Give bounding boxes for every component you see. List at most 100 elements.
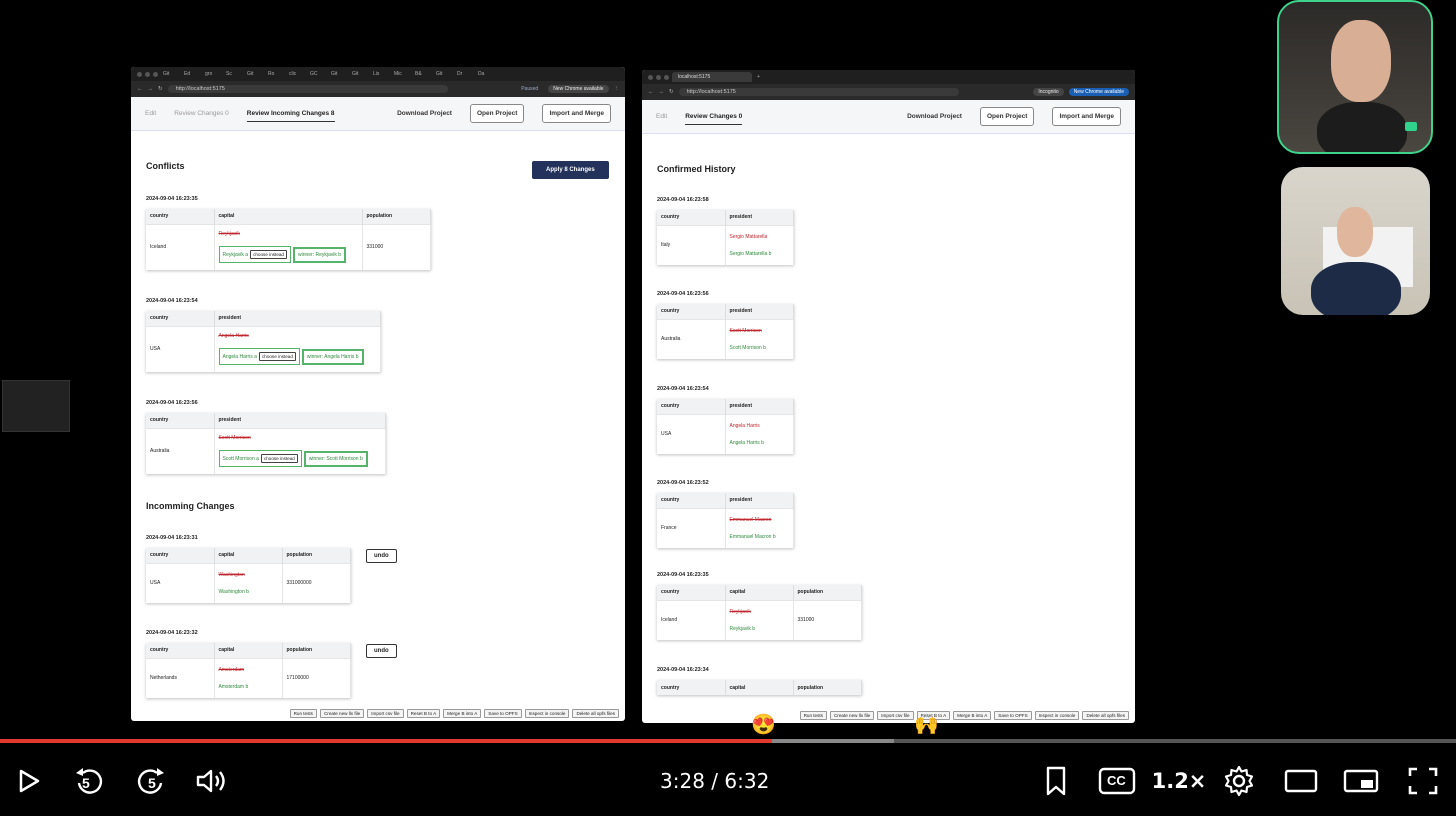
settings-button[interactable] <box>1222 764 1256 798</box>
incognito-badge[interactable]: Incognito <box>1033 88 1064 96</box>
browser-tab[interactable]: Ro <box>266 69 284 79</box>
browser-tab[interactable]: Git <box>350 69 368 79</box>
country-cell: Netherlands <box>146 657 215 698</box>
theater-mode-button[interactable] <box>1283 766 1319 796</box>
reaction-emoji: 😍 <box>751 714 776 736</box>
browser-tab[interactable]: Dr <box>455 69 473 79</box>
column-header: population <box>793 680 862 695</box>
tab-review-changes[interactable]: Review Changes 0 <box>174 106 229 121</box>
run-tests-button[interactable]: Run tests <box>799 711 827 720</box>
play-icon <box>19 769 40 793</box>
incoming-table: country capital population USA Washingto… <box>146 548 351 603</box>
browser-tab[interactable]: Sc <box>224 69 242 79</box>
profile-badge[interactable]: Paused <box>516 85 543 93</box>
delete-opfs-button[interactable]: Delete all opfs files <box>572 709 619 718</box>
run-tests-button[interactable]: Run tests <box>289 709 317 718</box>
option-a-label: Angela Harris a <box>222 353 257 360</box>
create-file-button[interactable]: Create new llx file <box>829 711 875 720</box>
tab-review-changes[interactable]: Review Changes 0 <box>685 109 743 125</box>
playback-speed-button[interactable]: 1.2× <box>1152 766 1207 796</box>
column-header: country <box>657 399 726 414</box>
option-a: Angela Harris a choose instead <box>218 348 300 366</box>
browser-tab[interactable]: Git <box>434 69 452 79</box>
save-to-opfs-button[interactable]: Save to OPFS <box>994 711 1032 720</box>
play-button[interactable] <box>14 766 44 796</box>
import-csv-button[interactable]: Import csv file <box>877 711 914 720</box>
back-arrow-icon[interactable]: ← <box>648 89 654 95</box>
browser-tab[interactable]: Da <box>476 69 494 79</box>
country-cell: USA <box>146 562 215 603</box>
undo-button[interactable]: undo <box>366 644 397 658</box>
open-project-button[interactable]: Open Project <box>979 107 1035 126</box>
import-csv-button[interactable]: Import csv file <box>367 709 404 718</box>
undo-button[interactable]: undo <box>366 549 397 563</box>
history-timestamp: 2024-09-04 16:23:54 <box>657 386 709 392</box>
captions-button[interactable]: CC <box>1098 766 1136 796</box>
new-value: Reykjavik b <box>729 625 756 632</box>
choose-instead-button[interactable]: choose instead <box>258 352 296 362</box>
left-app-nav: Edit Review Changes 0 Review Incoming Ch… <box>131 97 625 131</box>
browser-tab[interactable]: clic <box>287 69 305 79</box>
import-and-merge-button[interactable]: Import and Merge <box>542 104 611 123</box>
column-header: country <box>657 493 726 508</box>
open-project-button[interactable]: Open Project <box>469 104 525 123</box>
create-file-button[interactable]: Create new llx file <box>319 709 365 718</box>
forward-arrow-icon[interactable]: → <box>659 89 665 95</box>
volume-icon <box>196 769 225 793</box>
merge-b-into-a-button[interactable]: Merge B into A <box>953 711 992 720</box>
rewind-button[interactable]: 5 <box>72 764 106 798</box>
gear-icon <box>1224 765 1254 797</box>
new-value: Scott Morrison b <box>729 344 766 351</box>
chrome-update-badge[interactable]: New Chrome available <box>1068 88 1129 96</box>
save-to-opfs-button[interactable]: Save to OPFS <box>484 709 522 718</box>
back-arrow-icon[interactable]: ← <box>137 86 143 92</box>
forward-arrow-icon[interactable]: → <box>148 86 154 92</box>
browser-tab[interactable]: localhost:5175 <box>672 72 752 82</box>
reset-b-to-a-button[interactable]: Reset B to A <box>406 709 441 718</box>
tab-review-incoming-changes[interactable]: Review Incoming Changes 8 <box>246 106 335 122</box>
choose-instead-button[interactable]: choose instead <box>250 250 287 260</box>
merge-b-into-a-button[interactable]: Merge B into A <box>443 709 482 718</box>
old-value: Reykjavik <box>218 231 240 238</box>
url-input[interactable]: http://localhost:5175 <box>167 85 448 93</box>
inspect-console-button[interactable]: Inspect in console <box>524 709 570 718</box>
option-a: Scott Morrison a choose instead <box>218 450 302 468</box>
column-header: president <box>725 304 794 319</box>
apply-changes-button[interactable]: Apply 8 Changes <box>532 161 609 179</box>
download-project-link[interactable]: Download Project <box>907 113 962 120</box>
fullscreen-button[interactable] <box>1406 766 1440 796</box>
miniplayer-button[interactable] <box>1342 766 1380 796</box>
delete-opfs-button[interactable]: Delete all opfs files <box>1082 711 1129 720</box>
chrome-update-badge[interactable]: New Chrome available <box>548 85 609 93</box>
tab-edit[interactable]: Edit <box>656 109 667 124</box>
browser-tab[interactable]: Mic <box>392 69 410 79</box>
import-and-merge-button[interactable]: Import and Merge <box>1052 107 1121 126</box>
forward-button[interactable]: 5 <box>134 764 168 798</box>
url-input[interactable]: http://localhost:5175 <box>678 88 959 96</box>
conflict-cell: Scott Morrison Scott Morrison a choose in… <box>214 427 386 474</box>
save-button[interactable] <box>1042 764 1070 798</box>
new-tab-icon[interactable]: + <box>755 72 773 82</box>
reload-icon[interactable]: ↻ <box>158 86 163 92</box>
browser-tab[interactable]: GC <box>308 69 326 79</box>
browser-tab[interactable]: gro <box>203 69 221 79</box>
browser-tab[interactable]: Lis <box>371 69 389 79</box>
choose-instead-button[interactable]: choose instead <box>260 454 298 464</box>
browser-tab[interactable]: Git <box>329 69 347 79</box>
incoming-table: country capital population Netherlands A… <box>146 643 351 698</box>
download-project-link[interactable]: Download Project <box>397 110 452 117</box>
browser-tab[interactable]: Git <box>161 69 179 79</box>
kebab-menu-icon[interactable]: ⋮ <box>614 86 620 92</box>
tab-edit[interactable]: Edit <box>145 106 156 121</box>
progress-played[interactable] <box>0 739 772 743</box>
browser-tab[interactable]: Git <box>245 69 263 79</box>
column-header: country <box>657 680 726 695</box>
volume-button[interactable] <box>194 766 230 796</box>
reload-icon[interactable]: ↻ <box>669 89 674 95</box>
browser-tab[interactable]: Ed <box>182 69 200 79</box>
conflict-timestamp: 2024-09-04 16:23:54 <box>146 298 198 304</box>
browser-tab[interactable]: B& <box>413 69 431 79</box>
column-header: capital <box>725 585 794 600</box>
screen-share-icon <box>1405 122 1417 131</box>
inspect-console-button[interactable]: Inspect in console <box>1034 711 1080 720</box>
